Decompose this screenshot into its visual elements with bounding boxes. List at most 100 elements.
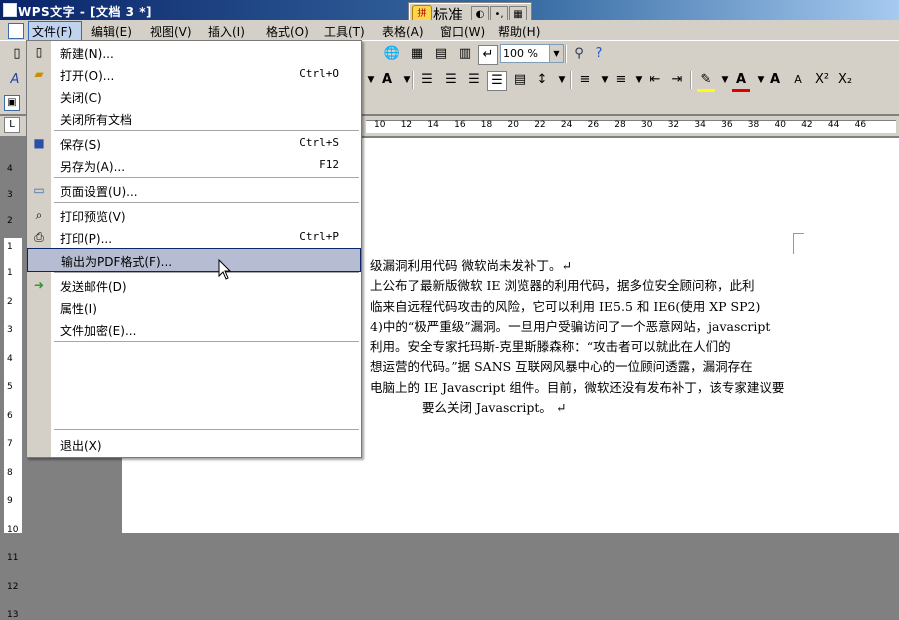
align-right-icon[interactable]: ☰ — [465, 71, 483, 89]
doc-line: 利用。安全专家托玛斯-克里斯滕森称：“攻击者可以就此在人们的 — [370, 339, 731, 355]
ruler-v-tick-label: 2 — [7, 296, 13, 307]
menu-item-encrypt[interactable]: 文件加密(E)... — [27, 318, 361, 340]
ruler-v-tick-label: 12 — [7, 581, 19, 592]
new-file-icon: ▯ — [35, 45, 43, 59]
ruler-v-tick-label: 13 — [7, 610, 19, 620]
doc-line: 电脑上的 IE Javascript 组件。目前，微软还没有发布补丁，该专家建议… — [370, 379, 785, 395]
hyperlink-icon[interactable]: 🌐 — [383, 45, 401, 63]
show-marks-icon[interactable]: ↵ — [478, 45, 498, 65]
wps-app-icon — [3, 3, 17, 17]
ruler-tick-label: 10 — [374, 120, 386, 130]
menu-item-page-setup[interactable]: ▭ 页面设置(U)... — [27, 179, 361, 201]
font-color-icon[interactable]: A — [732, 71, 750, 92]
insert-excel-icon[interactable]: ▤ — [432, 45, 450, 63]
increase-indent-icon[interactable]: ⇥ — [668, 71, 686, 89]
menu-view[interactable]: 视图(V) — [150, 23, 192, 40]
zoom-combo[interactable]: 100 % ▼ — [500, 44, 564, 63]
menu-table[interactable]: 表格(A) — [382, 23, 424, 40]
zoom-value: 100 % — [503, 47, 538, 60]
align-center-icon[interactable]: ☰ — [442, 71, 460, 89]
menu-item-properties[interactable]: 属性(I) — [27, 296, 361, 318]
ruler-tick-label: 32 — [667, 120, 680, 130]
document-icon[interactable] — [8, 23, 24, 39]
menu-format[interactable]: 格式(O) — [266, 23, 309, 40]
ruler-v-tick-label: 2 — [7, 216, 13, 226]
subscript-icon[interactable]: X₂ — [836, 71, 854, 89]
decrease-indent-icon[interactable]: ⇤ — [646, 71, 664, 89]
menu-file[interactable]: 文件(F) — [32, 23, 72, 40]
menu-item-close-all[interactable]: 关闭所有文档 — [27, 107, 361, 129]
menu-item-send-mail[interactable]: ➜ 发送邮件(D) — [27, 274, 361, 296]
ruler-tick-label: 42 — [801, 120, 813, 130]
document-tab-icon[interactable]: ▣ — [4, 95, 20, 111]
send-mail-icon: ➜ — [33, 278, 45, 292]
align-justify-icon[interactable]: ☰ — [487, 71, 507, 91]
grow-font-icon[interactable]: A — [766, 71, 784, 89]
doc-line: 想运营的代码。”据 SANS 互联网风暴中心的一位顾问透露，漏洞存在 — [370, 359, 753, 375]
menu-window[interactable]: 窗口(W) — [440, 23, 485, 40]
superscript-icon[interactable]: X² — [813, 71, 831, 89]
menu-item-save-as[interactable]: 另存为(A)... F12 — [27, 154, 361, 176]
menu-item-print[interactable]: ⎙ 打印(P)... Ctrl+P — [27, 226, 361, 248]
columns-icon[interactable]: ▥ — [456, 45, 474, 63]
ruler-tick-label: 18 — [480, 120, 493, 130]
doc-line: 临来自远程代码攻击的风险，它可以利用 IE5.5 和 IE6(使用 XP SP2… — [370, 298, 761, 314]
margin-corner-mark — [793, 233, 804, 254]
ruler-v-tick-label: 7 — [7, 439, 13, 449]
ruler-tick-label: 40 — [774, 120, 786, 130]
menu-item-exit[interactable]: 退出(X) — [27, 433, 361, 455]
file-menu: ▯ 新建(N)... ▰ 打开(O)... Ctrl+O 关闭(C) 关闭所有文… — [26, 40, 362, 458]
menu-edit[interactable]: 编辑(E) — [91, 23, 132, 40]
chevron-down-icon[interactable]: ▼ — [549, 45, 563, 62]
ruler-tick-label: 12 — [400, 120, 413, 130]
ruler-v-tick-label: 10 — [7, 524, 19, 535]
new-doc-icon[interactable]: ▯ — [8, 45, 26, 63]
ruler-v-tick-label: 3 — [7, 325, 13, 335]
ruler-tick-label: 14 — [427, 120, 439, 130]
menu-item-print-preview[interactable]: ⌕ 打印预览(V) — [27, 204, 361, 226]
highlight-icon[interactable]: ✎ — [697, 71, 715, 92]
menu-item-new[interactable]: ▯ 新建(N)... — [27, 41, 361, 63]
menu-separator — [54, 202, 359, 203]
menu-item-export-pdf[interactable]: 输出为PDF格式(F)... — [27, 248, 361, 272]
ruler-v-tick-label: 1 — [7, 268, 13, 278]
styles-icon[interactable]: A — [6, 71, 24, 89]
document-body[interactable]: 级漏洞利用代码 微软尚未发补丁。↵ 上公布了最新版微软 IE 浏览器的利用代码，… — [370, 256, 795, 418]
shrink-font-icon[interactable]: A — [789, 71, 807, 89]
menu-item-open[interactable]: ▰ 打开(O)... Ctrl+O — [27, 63, 361, 85]
menu-item-close[interactable]: 关闭(C) — [27, 85, 361, 107]
menu-separator — [54, 272, 359, 273]
ruler-v-tick-label: 4 — [7, 164, 13, 174]
print-preview-icon: ⌕ — [35, 208, 43, 222]
ruler-v-tick-label: 9 — [7, 496, 13, 506]
ruler-tick-label: 38 — [747, 120, 760, 130]
ruler-v-tick-label: 1 — [7, 242, 13, 252]
menu-tools[interactable]: 工具(T) — [324, 23, 365, 40]
help-icon[interactable]: ? — [590, 45, 608, 63]
find-icon[interactable]: ⚲ — [570, 45, 588, 63]
menu-insert[interactable]: 插入(I) — [208, 23, 245, 40]
numbered-list-icon[interactable]: ≡ — [576, 71, 594, 89]
chevron-down-icon[interactable]: ▼ — [553, 71, 571, 89]
menu-item-save[interactable]: ■ 保存(S) Ctrl+S — [27, 132, 361, 154]
menu-help[interactable]: 帮助(H) — [498, 23, 540, 40]
bullet-list-icon[interactable]: ≡ — [612, 71, 630, 89]
ruler-v-tick-label: 11 — [7, 553, 19, 563]
menu-separator — [54, 130, 359, 131]
distribute-icon[interactable]: ▤ — [511, 71, 529, 89]
ruler-tick-label: 24 — [560, 120, 573, 130]
tab-stop-icon[interactable]: L — [4, 117, 20, 133]
vertical-ruler[interactable]: 4 3 2 1 1 2 3 4 5 6 7 8 9 10 11 12 13 — [4, 138, 23, 620]
line-spacing-icon[interactable]: ↕ — [533, 71, 551, 89]
align-left-icon[interactable]: ☰ — [418, 71, 436, 89]
ruler-v-tick-label: 5 — [7, 382, 13, 392]
save-disk-icon: ■ — [33, 136, 45, 150]
ruler-tick-label: 22 — [534, 120, 546, 130]
doc-line: 4)中的“极严重级”漏洞。一旦用户受骗访问了一个恶意网站，javascript — [370, 318, 771, 334]
page-setup-icon: ▭ — [33, 183, 45, 197]
printer-icon: ⎙ — [34, 230, 44, 244]
window-title: WPS文字 - [文档 3 *] — [18, 5, 152, 19]
font-size-shrink-icon[interactable]: A — [378, 71, 396, 89]
menu-separator — [54, 429, 359, 430]
insert-table-icon[interactable]: ▦ — [408, 45, 426, 63]
